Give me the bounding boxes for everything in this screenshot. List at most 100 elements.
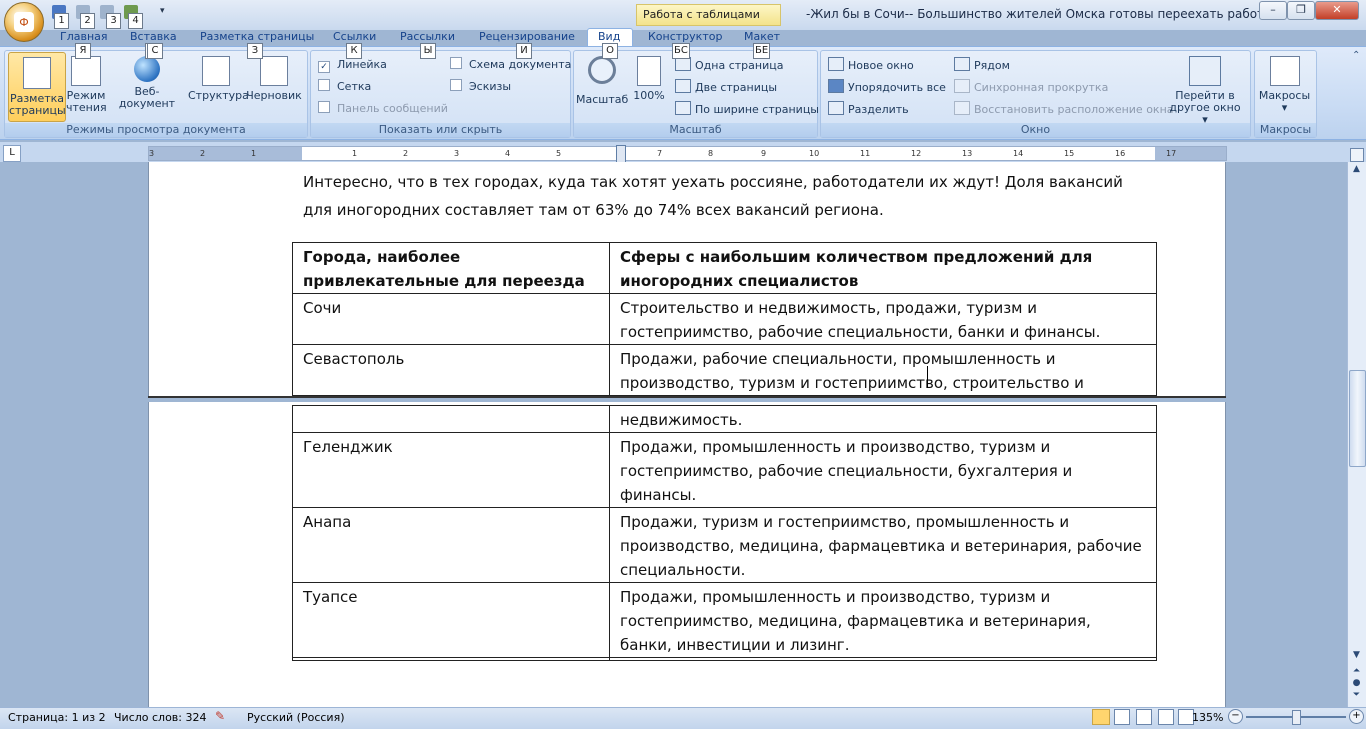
one-page-button[interactable]: Одна страница xyxy=(675,57,783,73)
city-cell[interactable]: Анапа xyxy=(292,507,610,583)
sector-cell[interactable] xyxy=(609,657,1157,661)
intro-paragraph[interactable]: Интересно, что в тех городах, куда так х… xyxy=(303,168,1123,224)
reading-view-icon[interactable] xyxy=(1114,709,1130,725)
restore-button[interactable]: ❐ xyxy=(1287,1,1315,20)
checkbox-icon xyxy=(318,101,330,113)
indent-marker[interactable] xyxy=(616,145,626,163)
minimize-button[interactable]: – xyxy=(1259,1,1287,20)
page-width-button[interactable]: По ширине страницы xyxy=(675,101,819,117)
macros-icon xyxy=(1269,56,1300,86)
language-indicator[interactable]: Русский (Россия) xyxy=(247,711,345,724)
ruler-tick: 2 xyxy=(200,149,206,158)
horizontal-ruler[interactable]: 3 2 1 1 2 3 4 5 7 8 9 10 11 12 13 14 15 … xyxy=(148,145,1227,163)
cities-table-part2[interactable]: недвижимость. Геленджик Продажи, промышл… xyxy=(292,405,1157,661)
gridlines-checkbox[interactable]: Сетка xyxy=(318,79,371,95)
sector-cell[interactable]: Строительство и недвижимость, продажи, т… xyxy=(609,293,1157,345)
page-width-label: По ширине страницы xyxy=(695,103,819,116)
side-by-side-button[interactable]: Рядом xyxy=(954,57,1010,73)
context-tab-label: Работа с таблицами xyxy=(643,8,760,21)
zoom-out-icon[interactable]: − xyxy=(1228,709,1243,724)
city-cell[interactable] xyxy=(292,405,610,433)
reset-position-icon xyxy=(954,101,970,115)
outline-button[interactable]: Структура xyxy=(188,56,249,102)
proofing-icon[interactable]: ✎ xyxy=(215,709,231,723)
ruler-tick: 7 xyxy=(657,149,663,158)
header-cell-cities[interactable]: Города, наиболее привлекательные для пер… xyxy=(292,242,610,294)
table-row: недвижимость. xyxy=(292,405,1157,433)
city-cell[interactable]: Севастополь xyxy=(292,344,610,396)
scroll-down-icon[interactable]: ▼ xyxy=(1349,650,1364,664)
macros-button[interactable]: Макросы ▾ xyxy=(1256,56,1313,114)
city-cell[interactable]: Туапсе xyxy=(292,582,610,658)
split-button[interactable]: Разделить xyxy=(828,101,909,117)
page-width-icon xyxy=(675,101,691,115)
thumbnails-checkbox[interactable]: Эскизы xyxy=(450,79,511,95)
checkbox-checked-icon: ✓ xyxy=(318,61,330,73)
keytip-view: О xyxy=(602,43,618,59)
scroll-up-icon[interactable]: ▲ xyxy=(1349,164,1364,178)
ruler-tick: 2 xyxy=(403,149,409,158)
print-layout-view-icon[interactable] xyxy=(1092,709,1110,725)
outline-view-icon[interactable] xyxy=(1158,709,1174,725)
ruler-tick: 12 xyxy=(911,149,922,158)
keytip-layout: БЕ xyxy=(753,43,771,59)
full-screen-reading-button[interactable]: Режим чтения xyxy=(66,56,107,114)
zoom-in-icon[interactable]: + xyxy=(1349,709,1364,724)
header-cell-sectors[interactable]: Сферы с наибольшим количеством предложен… xyxy=(609,242,1157,294)
zoom-slider-thumb[interactable] xyxy=(1292,710,1301,725)
document-map-checkbox[interactable]: Схема документа xyxy=(450,57,571,73)
zoom-level[interactable]: 135% xyxy=(1192,711,1223,724)
ruler-tick: 10 xyxy=(809,149,820,158)
ribbon-minimize-icon[interactable]: ⌃ xyxy=(1352,50,1360,61)
new-window-icon xyxy=(828,57,844,71)
web-view-icon[interactable] xyxy=(1136,709,1152,725)
new-window-button[interactable]: Новое окно xyxy=(828,57,914,73)
sector-cell[interactable]: Продажи, промышленность и производство, … xyxy=(609,582,1157,658)
ruler-tick: 1 xyxy=(352,149,358,158)
close-button[interactable]: ✕ xyxy=(1315,1,1359,20)
side-by-side-icon xyxy=(954,57,970,71)
print-layout-button[interactable]: Разметка страницы xyxy=(8,52,66,122)
page-100-icon xyxy=(637,56,661,86)
arrange-label: Упорядочить все xyxy=(848,81,946,94)
ruler-tick: 1 xyxy=(251,149,257,158)
keytip-home: Я xyxy=(75,43,91,59)
sector-cell[interactable]: Продажи, рабочие специальности, промышле… xyxy=(609,344,1157,396)
switch-windows-button[interactable]: Перейти в другое окно ▾ xyxy=(1166,56,1244,126)
word-count[interactable]: Число слов: 324 xyxy=(114,711,207,724)
cities-table-part1[interactable]: Города, наиболее привлекательные для пер… xyxy=(292,242,1157,396)
two-pages-button[interactable]: Две страницы xyxy=(675,79,777,95)
table-row: Севастополь Продажи, рабочие специальнос… xyxy=(292,344,1157,396)
page-break xyxy=(148,396,1226,398)
zoom-100-button[interactable]: 100% xyxy=(632,56,666,102)
city-cell[interactable] xyxy=(292,657,610,661)
sector-cell[interactable]: Продажи, туризм и гостеприимство, промыш… xyxy=(609,507,1157,583)
ruler-tick: 8 xyxy=(708,149,714,158)
qat-customize-icon[interactable]: ▾ xyxy=(160,6,165,16)
document-map-label: Схема документа xyxy=(469,58,572,71)
view-ruler-icon[interactable] xyxy=(1350,148,1364,162)
message-bar-checkbox: Панель сообщений xyxy=(318,101,448,117)
draft-button[interactable]: Черновик xyxy=(246,56,302,102)
web-layout-button[interactable]: Веб-документ xyxy=(108,56,186,110)
ruler-tick: 5 xyxy=(556,149,562,158)
office-button[interactable]: Ф xyxy=(4,2,44,42)
city-cell[interactable]: Сочи xyxy=(292,293,610,345)
zoom-button[interactable]: Масштаб xyxy=(576,56,628,106)
city-cell[interactable]: Геленджик xyxy=(292,432,610,508)
sector-cell[interactable]: недвижимость. xyxy=(609,405,1157,433)
tab-selector[interactable]: L xyxy=(3,145,21,162)
sync-scroll-icon xyxy=(954,79,970,93)
sector-cell[interactable]: Продажи, промышленность и производство, … xyxy=(609,432,1157,508)
group-label-zoom: Масштаб xyxy=(574,123,817,137)
magnifier-icon xyxy=(588,56,616,84)
next-page-icon[interactable]: ⏷ xyxy=(1349,690,1364,704)
scrollbar-thumb[interactable] xyxy=(1349,370,1366,467)
arrange-all-button[interactable]: Упорядочить все xyxy=(828,79,946,95)
ruler-checkbox[interactable]: ✓ Линейка xyxy=(318,57,387,73)
qat-keytip-2: 2 xyxy=(80,13,95,29)
ruler-tick: 15 xyxy=(1064,149,1075,158)
page-count[interactable]: Страница: 1 из 2 xyxy=(8,711,106,724)
two-pages-icon xyxy=(675,79,691,93)
ruler-tick: 3 xyxy=(454,149,460,158)
